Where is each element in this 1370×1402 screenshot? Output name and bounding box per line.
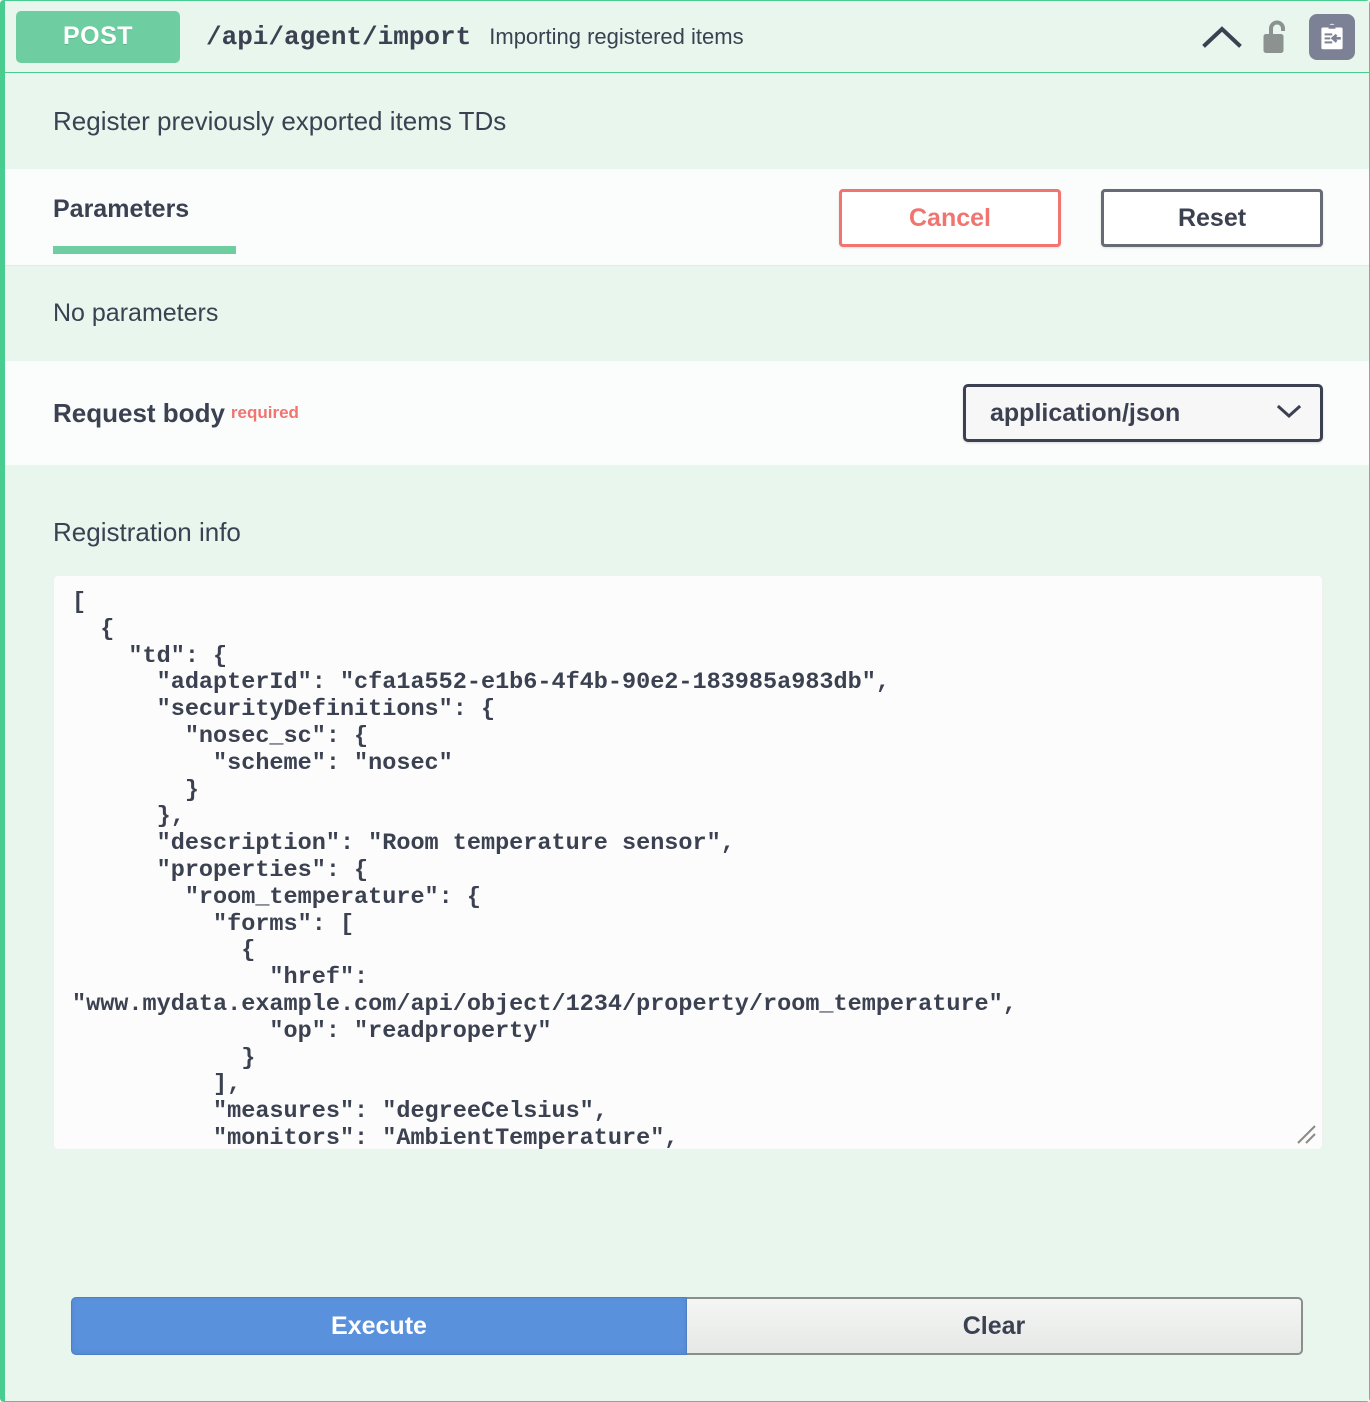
content-type-value: application/json [990,398,1181,427]
http-method-badge: POST [16,10,180,63]
operation-block-post-api-agent-import: POST /api/agent/import Importing registe… [0,0,1370,1402]
tab-parameters[interactable]: Parameters [53,195,236,254]
reset-button[interactable]: Reset [1101,189,1323,247]
clear-button[interactable]: Clear [687,1297,1303,1355]
cancel-button[interactable]: Cancel [839,189,1061,247]
execute-button-row: Execute Clear [5,1275,1369,1401]
parameters-empty-state: No parameters [5,265,1369,361]
execute-button[interactable]: Execute [71,1297,687,1355]
chevron-up-icon[interactable] [1201,23,1243,51]
operation-description: Register previously exported items TDs [5,73,1369,169]
tab-parameters-label: Parameters [53,195,190,223]
operation-summary-header[interactable]: POST /api/agent/import Importing registe… [5,1,1369,73]
request-body-title: Request body [53,397,225,428]
unlocked-padlock-icon[interactable] [1262,19,1290,55]
parameters-empty-text: No parameters [53,299,219,327]
required-badge: required [230,403,299,422]
endpoint-summary-text: Importing registered items [489,23,744,49]
operation-description-text: Register previously exported items TDs [53,105,507,136]
request-body-editor-area: Registration info [5,465,1369,1275]
clipboard-import-icon[interactable] [1309,13,1355,60]
summary-icon-group [1201,13,1355,60]
tab-active-indicator [53,246,236,254]
request-body-textarea-wrapper [53,575,1323,1150]
chevron-down-icon [1276,403,1302,424]
endpoint-path: /api/agent/import [206,21,472,52]
request-body-schema-label: Registration info [53,517,241,547]
request-body-header: Request body required application/json [5,361,1369,465]
content-type-select[interactable]: application/json [963,384,1323,442]
request-body-textarea[interactable] [54,576,1322,1149]
parameters-toolbar: Parameters Cancel Reset [5,169,1369,265]
